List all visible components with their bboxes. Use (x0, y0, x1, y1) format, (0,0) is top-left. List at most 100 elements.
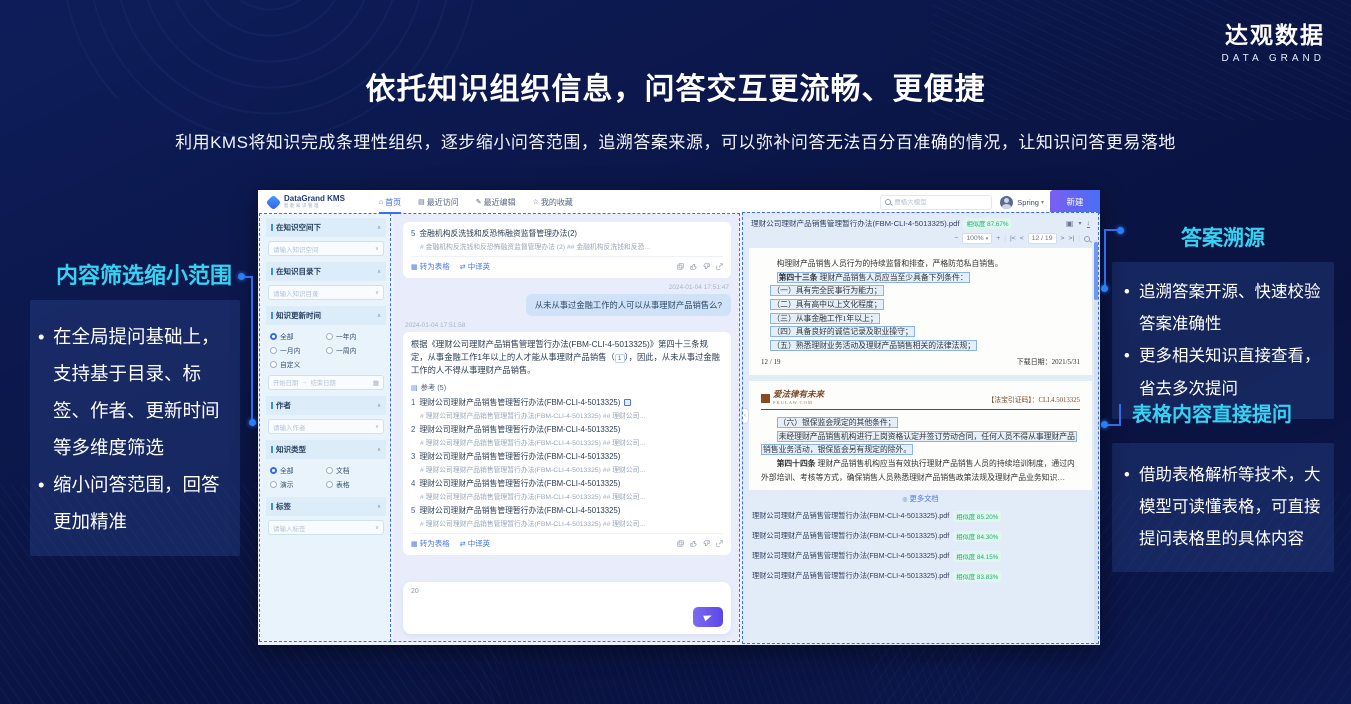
thumb-down-icon[interactable] (703, 263, 710, 270)
reference-item[interactable]: 2 理财公司理财产品销售管理暂行办法(FBM-CLI-4-5013325) # … (411, 424, 723, 447)
related-doc-row[interactable]: 理财公司理财产品销售管理暂行办法(FBM-CLI-4-5013325).pdf … (742, 566, 1099, 586)
more-docs-button[interactable]: ◎ 更多文档 (742, 494, 1099, 504)
tag-select[interactable]: 请输入标签 ∨ (268, 520, 384, 535)
zoom-out-button[interactable]: − (954, 235, 958, 242)
filter-section-knowledge-space: 在知识空间下 ∧ 请输入知识空间 ∨ (266, 218, 386, 258)
chevron-down-icon[interactable]: ▾ (1078, 220, 1081, 227)
section-title: 知识类型 (276, 444, 306, 455)
radio-type-slides[interactable]: 演示 (270, 479, 326, 489)
collapse-panel-handle[interactable]: ‹ (741, 408, 749, 424)
table-icon: ▦ (411, 541, 418, 548)
accent-bar (271, 268, 273, 275)
first-page-button[interactable]: |< (1010, 235, 1016, 242)
copy-icon[interactable] (677, 540, 684, 547)
author-select[interactable]: 请输入作者 ∨ (268, 419, 384, 434)
knowledge-space-select[interactable]: 请输入知识空间 ∨ (268, 241, 384, 256)
date-range-picker[interactable]: 开始日期 → 结束日期 ▦ (268, 375, 384, 390)
related-doc-row[interactable]: 理财公司理财产品销售管理暂行办法(FBM-CLI-4-5013325).pdf … (742, 526, 1099, 546)
avatar[interactable] (1000, 196, 1013, 209)
thumb-up-icon[interactable] (690, 263, 697, 270)
pdf-page-number: 12 / 19 (761, 356, 780, 368)
prev-page-button[interactable]: < (1020, 235, 1024, 242)
radio-type-sheet[interactable]: 表格 (326, 479, 382, 489)
knowledge-catalog-select[interactable]: 请输入知识目录 ∨ (268, 285, 384, 300)
section-header[interactable]: 标签 ∧ (266, 497, 386, 516)
last-page-button[interactable]: >| (1068, 235, 1074, 242)
share-icon[interactable] (716, 263, 723, 270)
translate-button[interactable]: ⇄ 中译英 (460, 538, 490, 549)
pdf-highlighted-line: （六）银保监会规定的其他条件； (761, 416, 1080, 430)
pdf-highlighted-line: （二）具有高中以上文化程度； (770, 298, 1080, 312)
pdf-page-1: 构理财产品销售人员行为的持续监督和排查，严格防范私自销售。 第四十三条 理财产品… (749, 248, 1092, 375)
similarity-badge: 相似度 83.83% (953, 571, 1001, 582)
kms-logo-text: DataGrand KMS 智能知识管理 (284, 195, 345, 209)
citation-chip[interactable]: 1 (615, 354, 625, 363)
section-header[interactable]: 在知识空间下 ∧ (266, 218, 386, 237)
radio-time-year[interactable]: 一年内 (326, 331, 382, 341)
nav-item-favorites[interactable]: ☆ 我的收藏 (533, 190, 573, 214)
reference-item[interactable]: 1 理财公司理财产品销售管理暂行办法(FBM-CLI-4-5013325) # … (411, 397, 723, 420)
reference-item[interactable]: 5 理财公司理财产品销售管理暂行办法(FBM-CLI-4-5013325) # … (411, 505, 723, 528)
related-doc-row[interactable]: 理财公司理财产品销售管理暂行办法(FBM-CLI-4-5013325).pdf … (742, 546, 1099, 566)
calendar-icon: ▦ (373, 379, 379, 387)
related-doc-row[interactable]: 理财公司理财产品销售管理暂行办法(FBM-CLI-4-5013325).pdf … (742, 506, 1099, 526)
search-in-doc-icon[interactable] (1084, 236, 1090, 242)
nav-item-recent-visits[interactable]: ▤ 最近访问 (418, 190, 459, 214)
section-header[interactable]: 作者 ∧ (266, 396, 386, 415)
section-header[interactable]: 知识更新时间 ∧ (266, 306, 386, 325)
translate-button[interactable]: ⇄ 中译英 (460, 261, 490, 272)
radio-icon (326, 347, 333, 354)
page-indicator[interactable]: 12 / 19 (1028, 233, 1057, 244)
placeholder-text: 请输入知识目录 (273, 288, 319, 298)
open-doc-icon[interactable] (624, 399, 631, 406)
filter-sidebar: 在知识空间下 ∧ 请输入知识空间 ∨ 在知识目录下 ∧ 请输入知识目录 ∨ 知识… (262, 214, 390, 642)
ref-title[interactable]: 金融机构反洗钱和反恐怖融资监督管理办法(2) (419, 228, 577, 239)
scrollbar-thumb[interactable] (1094, 242, 1098, 300)
to-table-button[interactable]: ▦ 转为表格 (411, 538, 450, 549)
view-mode-icon[interactable]: ▣ (1066, 219, 1074, 228)
search-box[interactable] (880, 195, 992, 210)
to-table-button[interactable]: ▦ 转为表格 (411, 261, 450, 272)
section-header[interactable]: 在知识目录下 ∧ (266, 262, 386, 281)
radio-icon (326, 333, 333, 340)
thumb-down-icon[interactable] (703, 540, 710, 547)
connector-line (251, 276, 253, 422)
nav-item-home[interactable]: ⌂ 首页 (379, 190, 401, 214)
annotation-title: 内容筛选缩小范围 (30, 258, 240, 290)
share-icon[interactable] (716, 540, 723, 547)
thumb-up-icon[interactable] (690, 540, 697, 547)
scrollbar-track[interactable] (1094, 240, 1098, 645)
radio-time-all[interactable]: 全部 (270, 331, 326, 341)
next-page-button[interactable]: > (1061, 235, 1065, 242)
user-name[interactable]: Spring (1017, 198, 1039, 207)
pdf-page-2: 爱法律有未来 PKULAW.COM 【法宝引证码】：CLI.4.5013325 … (749, 381, 1092, 490)
reference-item[interactable]: 3 理财公司理财产品销售管理暂行办法(FBM-CLI-4-5013325) # … (411, 451, 723, 474)
date-end-placeholder: 结束日期 (310, 378, 335, 387)
download-icon[interactable]: ↓ (1087, 220, 1091, 228)
copy-icon[interactable] (677, 263, 684, 270)
send-button[interactable] (693, 607, 723, 627)
section-title: 作者 (276, 400, 291, 411)
search-input[interactable] (894, 199, 987, 206)
radio-time-custom[interactable]: 自定义 (270, 359, 382, 369)
radio-label: 表格 (336, 479, 350, 489)
user-question-bubble: 从未从事过金融工作的人可以从事理财产品销售么? (526, 294, 731, 316)
radio-label: 文档 (336, 465, 350, 475)
new-button[interactable]: 新建 (1050, 190, 1100, 214)
zoom-in-button[interactable]: + (996, 235, 1000, 242)
radio-time-week[interactable]: 一周内 (326, 345, 382, 355)
radio-type-doc[interactable]: 文档 (326, 465, 382, 475)
reference-label: 参考 (5) (421, 383, 447, 393)
similarity-badge: 相似度 84.30% (953, 531, 1001, 542)
pdf-download-date: 下载日期：2021/5/31 (1017, 356, 1080, 368)
recent-edits-icon: ✎ (476, 198, 482, 206)
nav-item-recent-edits[interactable]: ✎ 最近编辑 (476, 190, 516, 214)
reference-item[interactable]: 4 理财公司理财产品销售管理暂行办法(FBM-CLI-4-5013325) # … (411, 478, 723, 501)
zoom-level-select[interactable]: 100%▾ (962, 233, 992, 244)
accent-bar (271, 503, 273, 510)
chat-input[interactable]: 20 (403, 582, 731, 634)
doc-name: 理财公司理财产品销售管理暂行办法(FBM-CLI-4-5013325).pdf (752, 551, 949, 561)
radio-time-month[interactable]: 一月内 (270, 345, 326, 355)
section-header[interactable]: 知识类型 ∧ (266, 440, 386, 459)
radio-type-all[interactable]: 全部 (270, 465, 326, 475)
